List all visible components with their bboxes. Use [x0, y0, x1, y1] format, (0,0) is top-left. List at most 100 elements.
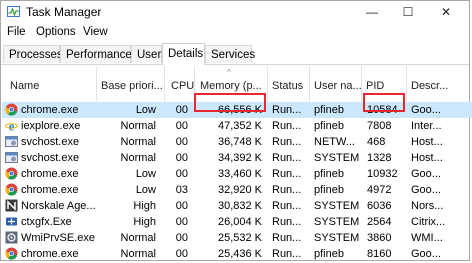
maximize-button[interactable]: ☐ — [390, 1, 426, 23]
cell-priority: High — [133, 216, 156, 228]
cell-desc: Nors... — [411, 200, 444, 212]
wmi-icon — [5, 231, 18, 244]
cell-memory: 26,004 K — [217, 216, 262, 228]
svg-text:e: e — [9, 119, 15, 132]
menu-file[interactable]: File — [7, 26, 26, 38]
cell-status: Run... — [272, 136, 302, 148]
table-row[interactable]: chrome.exe Low 03 32,920 K Run... pfineb 4972 G… — [2, 182, 472, 198]
cell-priority: High — [133, 200, 156, 212]
cell-desc: Goo... — [411, 104, 441, 116]
cell-name: ctxgfx.Exe — [21, 216, 72, 228]
cell-status: Run... — [272, 184, 302, 196]
cell-priority: Low — [135, 104, 156, 116]
cell-status: Run... — [272, 232, 302, 244]
tab-users[interactable]: Users — [131, 45, 167, 63]
table-row[interactable]: chrome.exe Low 00 33,460 K Run... pfineb 10932… — [2, 166, 472, 182]
cell-priority: Normal — [120, 136, 156, 148]
cell-priority: Normal — [120, 232, 156, 244]
cell-name: svchost.exe — [21, 152, 80, 164]
table-row[interactable]: e iexplore.exe Normal 00 47,352 K Run... pfine… — [2, 118, 472, 134]
cell-name: Norskale Age... — [21, 200, 96, 212]
table-row[interactable]: svchost.exe Normal 00 36,748 K Run... NETW...… — [2, 134, 472, 150]
cell-user: pfineb — [314, 168, 344, 180]
cell-pid: 6036 — [367, 200, 392, 212]
cell-user: pfineb — [314, 120, 344, 132]
cell-desc: WMI... — [411, 232, 443, 244]
cell-memory: 32,920 K — [217, 184, 262, 196]
table-row[interactable]: Norskale Age... High 00 30,832 K Run... SYSTE… — [2, 198, 472, 214]
column-header-user-name[interactable]: User na... — [310, 66, 362, 102]
cell-status: Run... — [272, 104, 302, 116]
chrome-icon — [5, 247, 18, 260]
cell-user: pfineb — [314, 184, 344, 196]
norskale-icon — [5, 199, 18, 212]
cell-memory: 36,748 K — [217, 136, 262, 148]
cell-user: pfineb — [314, 248, 344, 260]
cell-user: pfineb — [314, 104, 344, 116]
tab-performance[interactable]: Performance — [60, 45, 132, 63]
chrome-icon — [5, 167, 18, 180]
cell-memory: 47,352 K — [217, 120, 262, 132]
pid-highlight-box — [363, 93, 405, 112]
cell-user: SYSTEM — [314, 152, 360, 164]
table-row[interactable]: chrome.exe Normal 00 25,436 K Run... pfineb 81… — [2, 246, 472, 262]
cell-desc: Goo... — [411, 168, 441, 180]
cell-pid: 468 — [367, 136, 386, 148]
column-header-name[interactable]: Name — [2, 66, 97, 102]
cell-name: chrome.exe — [21, 184, 79, 196]
table-row[interactable]: ctxgfx.Exe High 00 26,004 K Run... SYSTEM 2564… — [2, 214, 472, 230]
cell-cpu: 00 — [175, 152, 188, 164]
cell-name: chrome.exe — [21, 104, 79, 116]
cell-pid: 3860 — [367, 232, 392, 244]
close-button[interactable]: ✕ — [428, 1, 464, 23]
column-header-base-priority[interactable]: Base priori... — [97, 66, 165, 102]
chrome-icon — [5, 103, 18, 116]
cell-pid: 4972 — [367, 184, 392, 196]
tab-services[interactable]: Services — [205, 45, 255, 63]
cell-cpu: 00 — [175, 136, 188, 148]
cell-pid: 2564 — [367, 216, 392, 228]
cell-status: Run... — [272, 168, 302, 180]
cell-user: SYSTEM — [314, 232, 360, 244]
cell-desc: Host... — [411, 136, 443, 148]
menu-bar: File Options View — [1, 24, 469, 42]
table-row[interactable]: WmiPrvSE.exe Normal 00 25,532 K Run... SYSTEM… — [2, 230, 472, 246]
cell-desc: Host... — [411, 152, 443, 164]
memory-highlight-box — [194, 93, 266, 112]
cell-pid: 8160 — [367, 248, 392, 260]
svchost-icon — [5, 136, 18, 147]
column-header-description[interactable]: Descr... — [407, 66, 472, 102]
cell-user: SYSTEM — [314, 216, 360, 228]
minimize-button[interactable]: — — [354, 1, 390, 23]
cell-memory: 34,392 K — [217, 152, 262, 164]
cell-desc: Citrix... — [411, 216, 446, 228]
task-manager-icon — [7, 6, 20, 17]
cell-pid: 7808 — [367, 120, 392, 132]
cell-cpu: 00 — [175, 248, 188, 260]
tab-processes[interactable]: Processes — [3, 45, 63, 63]
cell-cpu: 00 — [175, 232, 188, 244]
column-header-cpu[interactable]: CPU — [165, 66, 195, 102]
cell-name: chrome.exe — [21, 168, 79, 180]
svchost-icon — [5, 152, 18, 163]
cell-desc: Goo... — [411, 248, 441, 260]
cell-desc: Goo... — [411, 184, 441, 196]
cell-status: Run... — [272, 248, 302, 260]
menu-options[interactable]: Options — [36, 26, 76, 38]
cell-pid: 10932 — [367, 168, 398, 180]
cell-cpu: 00 — [175, 120, 188, 132]
cell-memory: 25,532 K — [217, 232, 262, 244]
menu-view[interactable]: View — [83, 26, 108, 38]
column-header-status[interactable]: Status — [268, 66, 310, 102]
cell-cpu: 00 — [175, 104, 188, 116]
cell-pid: 1328 — [367, 152, 392, 164]
tab-details[interactable]: Details — [162, 43, 205, 65]
chrome-icon — [5, 183, 18, 196]
cell-cpu: 03 — [175, 184, 188, 196]
table-row[interactable]: svchost.exe Normal 00 34,392 K Run... SYSTEM 1… — [2, 150, 472, 166]
cell-memory: 25,436 K — [217, 248, 262, 260]
cell-name: svchost.exe — [21, 136, 80, 148]
window-title: Task Manager — [26, 5, 102, 19]
cell-priority: Low — [135, 168, 156, 180]
title-bar[interactable]: Task Manager — ☐ ✕ — [1, 1, 469, 23]
